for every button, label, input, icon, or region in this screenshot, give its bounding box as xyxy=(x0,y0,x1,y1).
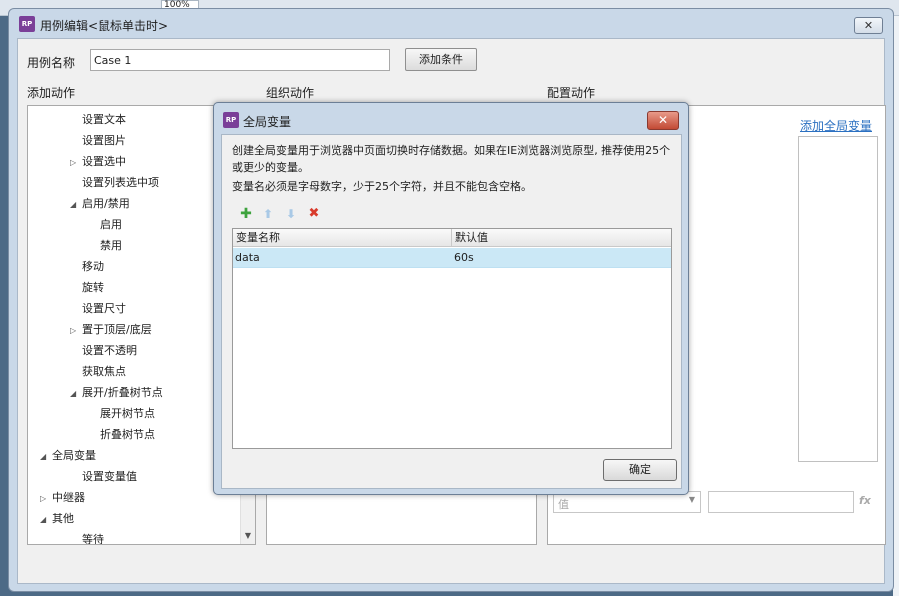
value-type-label: 值 xyxy=(558,498,569,511)
global-variables-description: 创建全局变量用于浏览器中页面切换时存储数据。如果在IE浏览器浏览原型, 推荐使用… xyxy=(232,144,671,174)
axure-rp-logo-icon: RP xyxy=(19,16,35,32)
tree-item[interactable]: 启用 xyxy=(88,214,122,235)
tree-item[interactable]: ▷ 置于顶层/底层 xyxy=(70,319,152,340)
tree-item-label: 展开/折叠树节点 xyxy=(82,386,163,399)
add-condition-button[interactable]: 添加条件 xyxy=(405,48,477,71)
case-editor-close-button[interactable]: ✕ xyxy=(854,17,883,34)
global-variables-dialog: RP 全局变量 ✕ 创建全局变量用于浏览器中页面切换时存储数据。如果在IE浏览器… xyxy=(213,102,689,495)
tree-item-label: 设置列表选中项 xyxy=(82,176,159,189)
tree-item-label: 设置图片 xyxy=(82,134,126,147)
tree-item[interactable]: 设置列表选中项 xyxy=(70,172,159,193)
tree-item-label: 禁用 xyxy=(100,239,122,252)
tree-item-label: 置于顶层/底层 xyxy=(82,323,152,336)
case-editor-title: 用例编辑<鼠标单击时> xyxy=(40,19,169,33)
scroll-down-icon[interactable]: ▼ xyxy=(245,531,251,540)
axure-rp-logo-icon: RP xyxy=(223,112,239,128)
global-variables-close-button[interactable]: ✕ xyxy=(647,111,679,130)
tree-item-label: 全局变量 xyxy=(52,449,96,462)
add-variable-icon[interactable]: ✚ xyxy=(238,206,254,222)
tree-item-label: 其他 xyxy=(52,512,74,525)
variable-default-cell[interactable]: 60s xyxy=(452,248,474,268)
tree-item-label: 设置变量值 xyxy=(82,470,137,483)
expand-arrow-icon[interactable]: ▷ xyxy=(70,320,82,341)
tree-item[interactable]: 移动 xyxy=(70,256,104,277)
tree-item[interactable]: 设置文本 xyxy=(70,109,126,130)
tree-item[interactable]: ◢ 展开/折叠树节点 xyxy=(70,382,163,403)
global-variables-rule: 变量名必须是字母数字，少于25个字符，并且不能包含空格。 xyxy=(232,180,532,193)
tree-item-label: 等待 xyxy=(82,533,104,545)
tree-item-label: 获取焦点 xyxy=(82,365,126,378)
organize-actions-header: 组织动作 xyxy=(266,86,315,100)
table-header: 变量名称 默认值 xyxy=(233,229,671,247)
tree-item-label: 折叠树节点 xyxy=(100,428,155,441)
global-variables-body: 创建全局变量用于浏览器中页面切换时存储数据。如果在IE浏览器浏览原型, 推荐使用… xyxy=(221,134,682,489)
tree-item[interactable]: ◢ 全局变量 xyxy=(40,445,96,466)
tree-item-label: 设置选中 xyxy=(82,155,126,168)
tree-item[interactable]: 禁用 xyxy=(88,235,122,256)
config-list-panel[interactable] xyxy=(798,136,878,462)
variable-name-cell[interactable]: data xyxy=(233,248,260,268)
variables-table: 变量名称 默认值 data 60s xyxy=(232,228,672,449)
tree-item[interactable]: ▷ 设置选中 xyxy=(70,151,126,172)
tree-item[interactable]: 展开树节点 xyxy=(88,403,155,424)
tree-item-label: 旋转 xyxy=(82,281,104,294)
tree-item[interactable]: ◢ 启用/禁用 xyxy=(70,193,130,214)
tree-item[interactable]: 设置尺寸 xyxy=(70,298,126,319)
tree-item-label: 设置尺寸 xyxy=(82,302,126,315)
value-input[interactable] xyxy=(708,491,854,513)
collapse-arrow-icon[interactable]: ◢ xyxy=(70,194,82,215)
tree-item-label: 设置不透明 xyxy=(82,344,137,357)
delete-variable-icon[interactable]: ✖ xyxy=(306,206,322,222)
tree-item[interactable]: 旋转 xyxy=(70,277,104,298)
tree-item[interactable]: 设置变量值 xyxy=(70,466,137,487)
tree-item-label: 设置文本 xyxy=(82,113,126,126)
tree-item-label: 中继器 xyxy=(52,491,85,504)
expand-arrow-icon[interactable]: ▷ xyxy=(40,488,52,509)
column-header-default: 默认值 xyxy=(455,231,488,244)
tree-item[interactable]: 折叠树节点 xyxy=(88,424,155,445)
tree-item[interactable]: 等待 xyxy=(70,529,104,545)
tree-item[interactable]: ◢ 其他 xyxy=(40,508,74,529)
column-header-name: 变量名称 xyxy=(233,229,452,247)
global-variables-titlebar: RP 全局变量 ✕ xyxy=(214,103,688,134)
case-editor-titlebar: RP 用例编辑<鼠标单击时> ✕ xyxy=(9,9,893,38)
collapse-arrow-icon[interactable]: ◢ xyxy=(40,509,52,530)
move-down-icon[interactable]: ⬇ xyxy=(283,206,299,222)
fx-button[interactable]: fx xyxy=(859,494,871,507)
case-name-label: 用例名称 xyxy=(27,56,76,70)
expand-arrow-icon[interactable]: ▷ xyxy=(70,152,82,173)
tree-item-label: 移动 xyxy=(82,260,104,273)
move-up-icon[interactable]: ⬆ xyxy=(260,206,276,222)
tree-item[interactable]: 设置不透明 xyxy=(70,340,137,361)
add-global-variable-link[interactable]: 添加全局变量 xyxy=(800,117,872,134)
tree-item[interactable]: 获取焦点 xyxy=(70,361,126,382)
tree-item-label: 启用 xyxy=(100,218,122,231)
ok-button[interactable]: 确定 xyxy=(603,459,677,481)
table-row[interactable]: data 60s xyxy=(233,248,671,268)
case-name-input[interactable]: Case 1 xyxy=(90,49,390,71)
add-actions-header: 添加动作 xyxy=(27,86,76,100)
collapse-arrow-icon[interactable]: ◢ xyxy=(40,446,52,467)
tree-item-label: 展开树节点 xyxy=(100,407,155,420)
tree-item-label: 启用/禁用 xyxy=(82,197,130,210)
chevron-down-icon: ▼ xyxy=(688,495,695,504)
tree-item[interactable]: 设置图片 xyxy=(70,130,126,151)
collapse-arrow-icon[interactable]: ◢ xyxy=(70,383,82,404)
global-variables-title: 全局变量 xyxy=(243,115,292,129)
tree-item[interactable]: ▷ 中继器 xyxy=(40,487,85,508)
configure-actions-header: 配置动作 xyxy=(547,86,596,100)
